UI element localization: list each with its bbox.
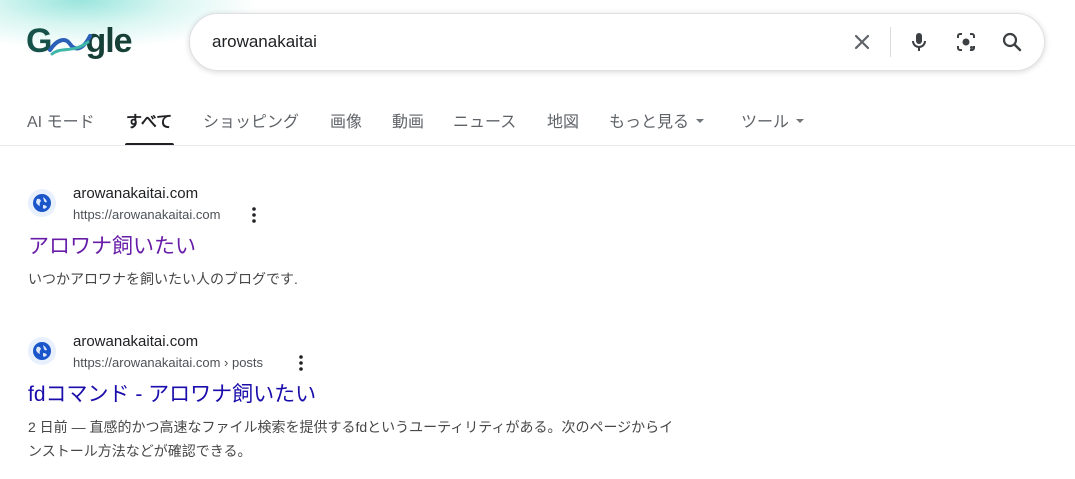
tab-all[interactable]: すべて [126, 108, 172, 132]
search-divider [890, 27, 891, 57]
camera-lens-icon[interactable] [954, 30, 978, 54]
chevron-down-icon [696, 118, 705, 123]
tab-more[interactable]: もっと見る [609, 108, 705, 132]
tab-ai-mode[interactable]: AI モード [27, 108, 95, 132]
google-doodle-logo[interactable]: Ggle [26, 20, 141, 62]
chevron-down-icon [796, 118, 805, 123]
site-name[interactable]: arowanakaitai.com [73, 185, 198, 202]
search-tabs: AI モード すべて ショッピング 画像 動画 ニュース 地図 もっと見る ツー… [0, 96, 1075, 146]
tab-videos[interactable]: 動画 [392, 108, 424, 132]
tab-images[interactable]: 画像 [330, 108, 362, 132]
search-input[interactable] [212, 14, 812, 70]
result-title-link[interactable]: fdコマンド - アロワナ飼いたい [28, 378, 316, 408]
tab-maps[interactable]: 地図 [547, 108, 579, 132]
tab-tools-label: ツール [741, 114, 790, 131]
more-vert-icon[interactable] [293, 353, 309, 373]
mic-icon[interactable] [907, 30, 931, 54]
tab-tools[interactable]: ツール [741, 108, 805, 132]
site-url[interactable]: https://arowanakaitai.com › posts [73, 355, 263, 370]
more-vert-icon[interactable] [246, 205, 262, 225]
tab-more-label: もっと見る [609, 114, 690, 131]
logo-letters: gle [85, 22, 132, 60]
doodle-squiggle-icon [48, 34, 92, 56]
site-name[interactable]: arowanakaitai.com [73, 333, 198, 350]
result-snippet-line-1: 2 日前 — 直感的かつ高速なファイル検索を提供するfdというユーティリティがあ… [28, 419, 674, 435]
tabs-divider [0, 145, 1075, 146]
tab-news[interactable]: ニュース [453, 108, 516, 132]
globe-icon [33, 342, 51, 360]
close-icon[interactable] [850, 30, 874, 54]
result-title-link[interactable]: アロワナ飼いたい [28, 230, 196, 260]
result-snippet-line-2: ンストール方法などが確認できる。 [28, 443, 252, 459]
search-box [189, 13, 1045, 71]
result-snippet: いつかアロワナを飼いたい人のブログです. [28, 271, 298, 287]
search-icon[interactable] [1000, 30, 1024, 54]
globe-icon [33, 194, 51, 212]
site-favicon[interactable] [28, 189, 56, 217]
site-url[interactable]: https://arowanakaitai.com [73, 207, 220, 222]
tab-shopping[interactable]: ショッピング [203, 108, 299, 132]
site-favicon[interactable] [28, 337, 56, 365]
